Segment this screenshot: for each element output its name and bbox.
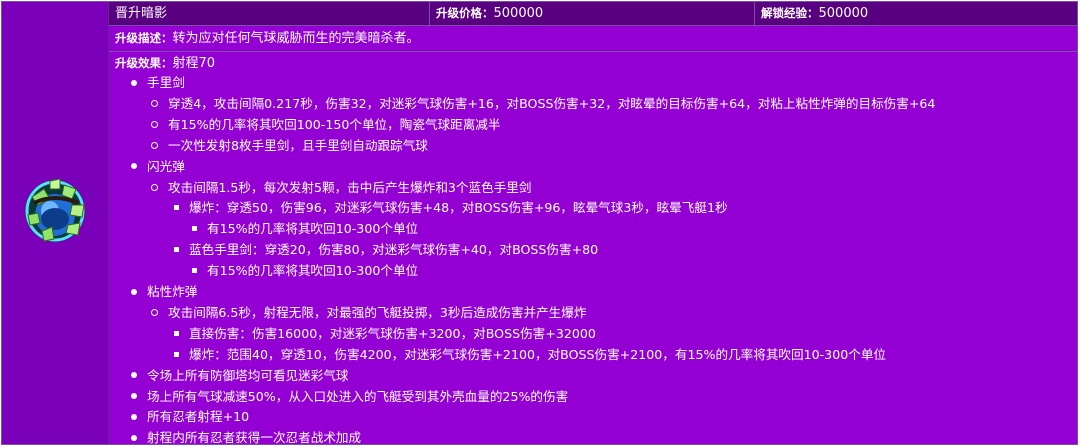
bullet-icon xyxy=(174,351,179,357)
upgrade-name: 晋升暗影 xyxy=(109,2,430,25)
bullet-icon xyxy=(174,330,179,336)
upgrade-header-row: 晋升暗影 升级价格：500000 解锁经验：500000 xyxy=(109,2,1077,26)
effect-text: 粘性炸弹 xyxy=(147,284,198,299)
effect-text: 攻击间隔6.5秒，射程无限，对最强的飞艇投掷，3秒后造成伤害并产生爆炸 xyxy=(168,304,587,320)
effect-list-item: 穿透4，攻击间隔0.217秒，伤害32，对迷彩气球伤害+16，对BOSS伤害+3… xyxy=(151,94,935,113)
bullet-icon xyxy=(174,205,179,211)
bullet-icon xyxy=(131,434,137,441)
upgrade-price: 升级价格：500000 xyxy=(430,2,755,25)
effect-list-item: 射程内所有忍者获得一次忍者战术加成 xyxy=(131,428,362,445)
upgrade-content: 晋升暗影 升级价格：500000 解锁经验：500000 升级描述：转为应对任何… xyxy=(109,2,1077,444)
description-text: 转为应对任何气球威胁而生的完美暗杀者。 xyxy=(172,31,420,46)
upgrade-card: 晋升暗影 升级价格：500000 解锁经验：500000 升级描述：转为应对任何… xyxy=(1,1,1078,445)
effect-text: 有15%的几率将其吹回10-300个单位 xyxy=(207,221,419,237)
effect-list-item: 一次性发射8枚手里剑，且手里剑自动跟踪气球 xyxy=(151,136,428,155)
effect-list-item: 闪光弹 xyxy=(131,157,185,176)
effect-text: 蓝色手里剑：穿透20，伤害80，对迷彩气球伤害+40，对BOSS伤害+80 xyxy=(189,242,599,258)
effect-list-item: 攻击间隔1.5秒，每次发射5颗，击中后产生爆炸和3个蓝色手里剑 xyxy=(151,178,532,197)
effect-text: 一次性发射8枚手里剑，且手里剑自动跟踪气球 xyxy=(168,137,428,153)
description-label: 升级描述： xyxy=(115,31,173,45)
effect-text: 手里剑 xyxy=(147,75,185,90)
effect-list-item: 攻击间隔6.5秒，射程无限，对最强的飞艇投掷，3秒后造成伤害并产生爆炸 xyxy=(151,303,586,322)
effect-list-item: 所有忍者射程+10 xyxy=(131,407,249,426)
effect-text: 有15%的几率将其吹回100-150个单位，陶瓷气球距离减半 xyxy=(168,116,501,132)
bullet-icon xyxy=(131,79,137,86)
effect-list-item: 有15%的几率将其吹回10-300个单位 xyxy=(192,261,418,280)
effect-text: 有15%的几率将其吹回10-300个单位 xyxy=(207,263,419,279)
effect-title: 升级效果：射程70 xyxy=(115,52,1077,73)
effect-list-item: 场上所有气球减速50%，从入口处进入的飞艇受到其外壳血量的25%的伤害 xyxy=(131,387,568,406)
unlock-label: 解锁经验： xyxy=(761,6,819,20)
effect-text: 直接伤害：伤害16000，对迷彩气球伤害+3200，对BOSS伤害+32000 xyxy=(189,325,596,341)
effect-text: 闪光弹 xyxy=(147,158,185,174)
effect-list-item: 爆炸：穿透50，伤害96，对迷彩气球伤害+48，对BOSS伤害+96，眩晕气球3… xyxy=(174,198,728,217)
effect-list-item: 爆炸：范围40，穿透10，伤害4200，对迷彩气球伤害+2100，对BOSS伤害… xyxy=(174,345,886,364)
effect-text: 爆炸：范围40，穿透10，伤害4200，对迷彩气球伤害+2100，对BOSS伤害… xyxy=(189,346,887,362)
effect-text: 令场上所有防御塔均可看见迷彩气球 xyxy=(147,367,349,383)
bullet-icon xyxy=(131,288,137,295)
effect-label: 升级效果： xyxy=(115,56,173,70)
effect-text: 所有忍者射程+10 xyxy=(147,409,250,425)
bullet-icon xyxy=(131,393,137,399)
bullet-icon xyxy=(174,247,179,253)
upgrade-description-row: 升级描述：转为应对任何气球威胁而生的完美暗杀者。 xyxy=(109,26,1077,52)
effect-range: 射程70 xyxy=(172,56,216,71)
effect-list-item: 有15%的几率将其吹回10-300个单位 xyxy=(192,219,418,238)
effect-list-item: 蓝色手里剑：穿透20，伤害80，对迷彩气球伤害+40，对BOSS伤害+80 xyxy=(174,240,598,259)
grandmaster-ninja-icon xyxy=(22,175,88,245)
bullet-icon xyxy=(131,163,137,170)
bullet-icon xyxy=(192,268,197,274)
upgrade-effect-row: 升级效果：射程70 手里剑穿透4，攻击间隔0.217秒，伤害32，对迷彩气球伤害… xyxy=(109,52,1077,444)
effect-list-item: 手里剑 xyxy=(131,73,185,92)
bullet-icon xyxy=(192,226,197,232)
effect-text: 场上所有气球减速50%，从入口处进入的飞艇受到其外壳血量的25%的伤害 xyxy=(147,388,569,404)
price-label: 升级价格： xyxy=(436,6,494,20)
effect-text: 穿透4，攻击间隔0.217秒，伤害32，对迷彩气球伤害+16，对BOSS伤害+3… xyxy=(168,95,936,111)
effect-list-item: 直接伤害：伤害16000，对迷彩气球伤害+3200，对BOSS伤害+32000 xyxy=(174,324,596,343)
bullet-icon xyxy=(151,99,158,107)
effect-text: 爆炸：穿透50，伤害96，对迷彩气球伤害+48，对BOSS伤害+96，眩晕气球3… xyxy=(189,200,728,216)
bullet-icon xyxy=(151,308,158,316)
bullet-icon xyxy=(151,120,158,128)
unlock-value: 500000 xyxy=(818,6,869,21)
effect-text: 射程内所有忍者获得一次忍者战术加成 xyxy=(147,430,362,445)
bullet-icon xyxy=(131,413,137,420)
effect-list-item: 粘性炸弹 xyxy=(131,282,197,301)
icon-column xyxy=(2,2,109,444)
price-value: 500000 xyxy=(493,6,544,21)
bullet-icon xyxy=(131,372,137,379)
effect-list-item: 令场上所有防御塔均可看见迷彩气球 xyxy=(131,366,349,385)
effect-list-item: 有15%的几率将其吹回100-150个单位，陶瓷气球距离减半 xyxy=(151,115,501,134)
effect-text: 攻击间隔1.5秒，每次发射5颗，击中后产生爆炸和3个蓝色手里剑 xyxy=(168,179,532,195)
unlock-xp: 解锁经验：500000 xyxy=(755,2,1077,25)
bullet-icon xyxy=(151,141,158,149)
bullet-icon xyxy=(151,183,158,191)
